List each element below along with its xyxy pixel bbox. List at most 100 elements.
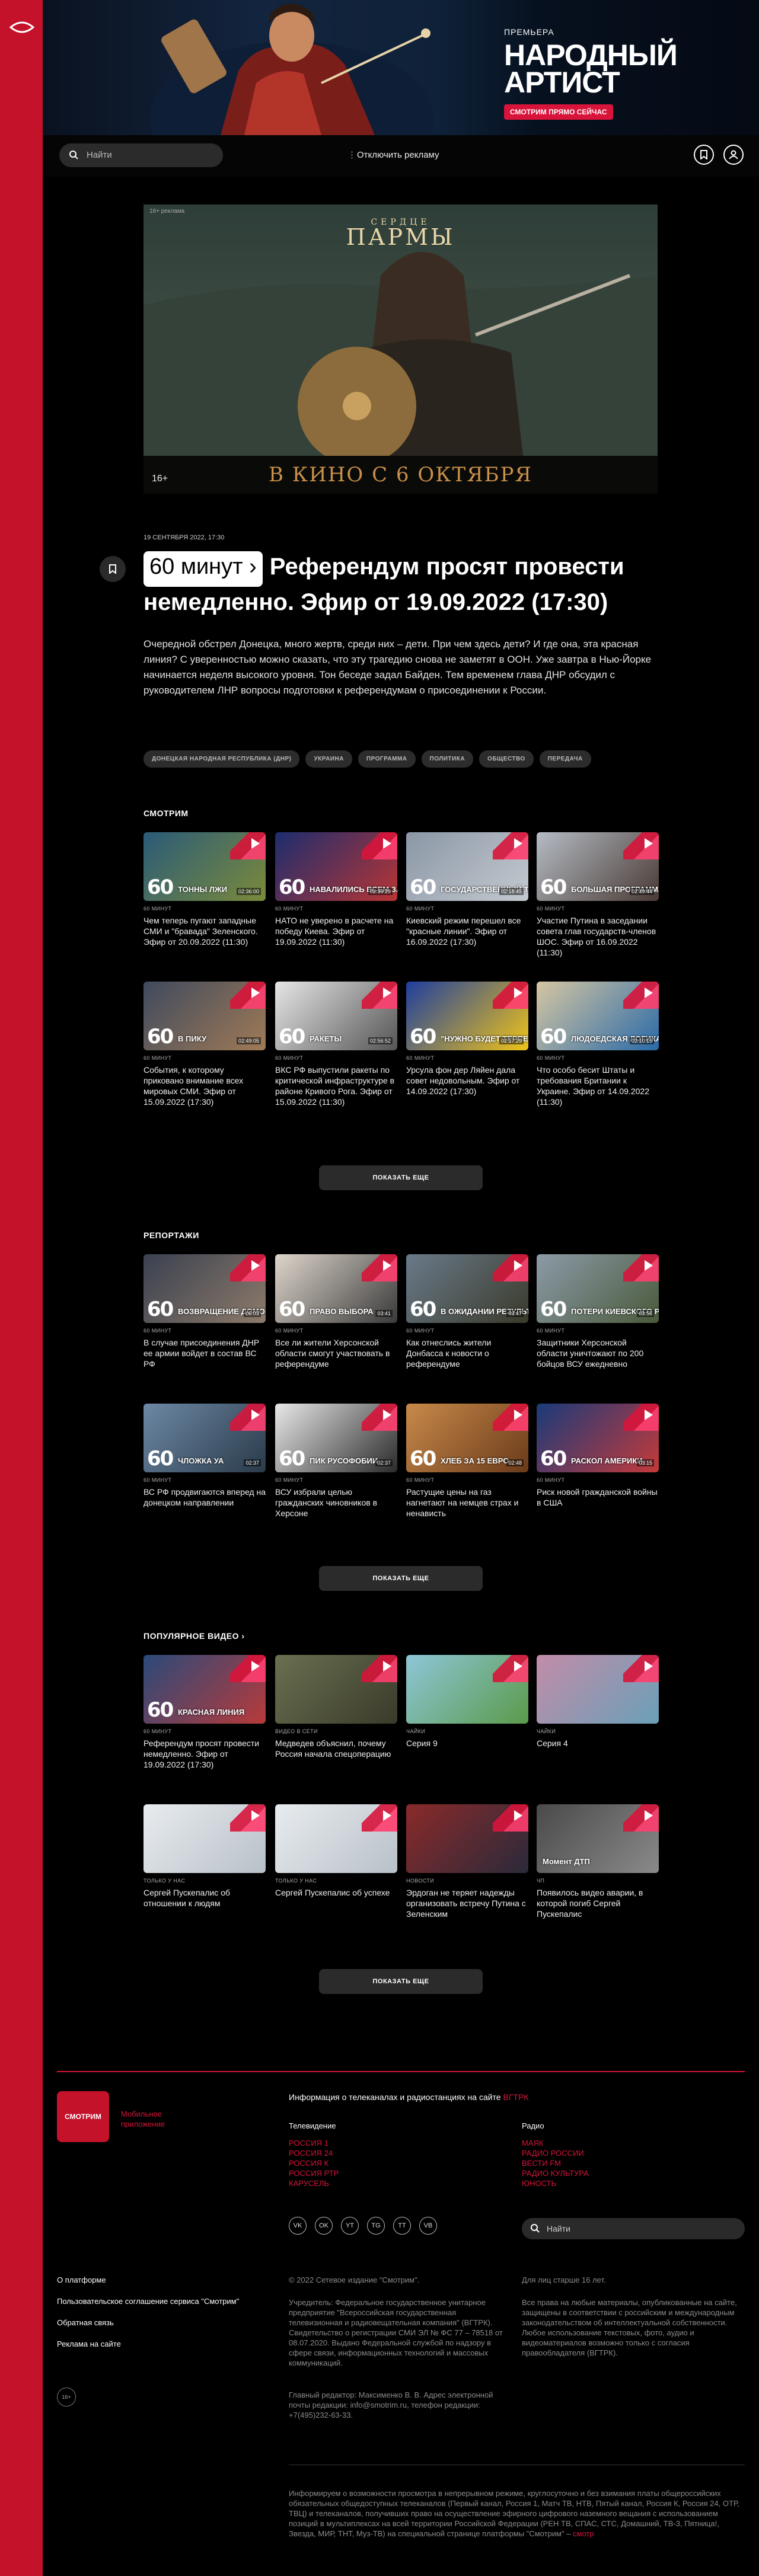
social-vk-icon[interactable]: VK [289, 2217, 307, 2235]
card-title[interactable]: Появилось видео аварии, в которой погиб … [537, 1887, 659, 1919]
video-thumbnail[interactable]: 60"НУЖНО БУДЕТ ТЕРПЕТЬ"02:17:29 [406, 982, 528, 1050]
video-thumbnail[interactable]: КРАСНАЯ ЛИНИЯ 60 [143, 1655, 266, 1724]
popular-show-more-button[interactable]: ПОКАЗАТЬ ЕЩЕ [319, 1969, 483, 1994]
tv-channel-link[interactable]: КАРУСЕЛЬ [289, 2178, 339, 2188]
card-title[interactable]: Серия 4 [537, 1738, 659, 1749]
video-thumbnail[interactable]: 60 ХЛЕБ ЗА 15 ЕВРО 02:48 [406, 1404, 528, 1472]
profile-button[interactable] [723, 145, 744, 165]
smotrim-logo-icon[interactable] [8, 19, 36, 36]
card-title[interactable]: Чем теперь пугают западные СМИ и "бравад… [143, 915, 266, 947]
video-card[interactable]: 60 ПРАВО ВЫБОРА 03:41 60 МИНУТ Все ли жители… [275, 1254, 397, 1369]
radio-station-link[interactable]: РАДИО КУЛЬТУРА [522, 2168, 589, 2178]
tv-channel-link[interactable]: РОССИЯ 1 [289, 2138, 339, 2148]
radio-station-link[interactable]: ЮНОСТЬ [522, 2178, 589, 2188]
card-title[interactable]: НАТО не уверено в расчете на победу Киев… [275, 915, 397, 947]
card-title[interactable]: В случае присоединения ДНР ее армии войд… [143, 1337, 266, 1369]
disable-ads-link[interactable]: ⋮Отключить рекламу [347, 149, 439, 160]
video-card[interactable]: 60 ВОЗВРАЩЕНИЕ ДОМОЙ 05:03 60 МИНУТ В случае… [143, 1254, 266, 1369]
banner-cta-button[interactable]: СМОТРИМ ПРЯМО СЕЙЧАС [504, 104, 613, 120]
tag-chip[interactable]: ПЕРЕДАЧА [539, 750, 591, 768]
card-title[interactable]: ВС РФ продвигаются вперед на донецком на… [143, 1487, 266, 1508]
video-thumbnail[interactable]: 60 НАВАЛИЛИСЬ ВСЕМ ЗА 02:39:29 [275, 832, 397, 901]
video-card[interactable]: Момент ДТП ЧП Появилось видео аварии, в ко… [537, 1804, 659, 1919]
card-title[interactable]: Как отнеслись жители Донбасса к новости … [406, 1337, 528, 1369]
video-card[interactable]: 60ПОТЕРИ КИЕВСКОГО РЕЖИМА03:55 60 МИНУТ За… [537, 1254, 659, 1369]
video-thumbnail[interactable] [406, 1804, 528, 1873]
card-title[interactable]: Киевский режим перешел все "красные лини… [406, 915, 528, 947]
video-card[interactable]: ЧАЙКИ Серия 4 [537, 1655, 659, 1749]
tag-chip[interactable]: УКРАИНА [305, 750, 352, 768]
card-title[interactable]: Риск новой гражданской войны в США [537, 1487, 659, 1508]
video-thumbnail[interactable]: 60 ПРАВО ВЫБОРА 03:41 [275, 1254, 397, 1323]
radio-station-link[interactable]: ВЕСТИ FM [522, 2158, 589, 2168]
card-title[interactable]: ВСУ избрали целью гражданских чиновников… [275, 1487, 397, 1519]
video-card[interactable]: 60 В ПИКУ 02:49:05 60 МИНУТ События, к котор… [143, 982, 266, 1107]
video-thumbnail[interactable]: 60 РАКЕТЫ 02:56:52 [275, 982, 397, 1050]
video-thumbnail[interactable] [406, 1655, 528, 1724]
video-thumbnail[interactable]: 60 В ПИКУ 02:49:05 [143, 982, 266, 1050]
tag-chip[interactable]: ПРОГРАММА [358, 750, 416, 768]
section-title-popular[interactable]: ПОПУЛЯРНОЕ ВИДЕО › [143, 1631, 245, 1641]
tag-chip[interactable]: ОБЩЕСТВО [479, 750, 534, 768]
video-card[interactable]: ЧАЙКИ Серия 9 [406, 1655, 528, 1749]
video-card[interactable]: 60 РАКЕТЫ 02:56:52 60 МИНУТ ВКС РФ выпустили… [275, 982, 397, 1107]
footer-link[interactable]: Пользовательское соглашение сервиса "Смо… [57, 2296, 239, 2306]
video-card[interactable]: 60"НУЖНО БУДЕТ ТЕРПЕТЬ"02:17:29 60 МИНУТ У… [406, 982, 528, 1097]
card-title[interactable]: События, к которому приковано внимание в… [143, 1065, 266, 1107]
social-yt-icon[interactable]: YT [341, 2217, 359, 2235]
card-title[interactable]: Защитники Херсонской области уничтожают … [537, 1337, 659, 1369]
social-ok-icon[interactable]: OK [315, 2217, 333, 2235]
tag-chip[interactable]: ДОНЕЦКАЯ НАРОДНАЯ РЕСПУБЛИКА (ДНР) [143, 750, 300, 768]
footer-link[interactable]: Обратная связь [57, 2318, 239, 2328]
tv-channel-link[interactable]: РОССИЯ К [289, 2158, 339, 2168]
card-title[interactable]: Медведев объяснил, почему Россия начала … [275, 1738, 397, 1759]
video-thumbnail[interactable]: 60 БОЛЬШАЯ ПРОГРАММА 02:49:44 [537, 832, 659, 901]
social-tg-icon[interactable]: TG [367, 2217, 385, 2235]
video-card[interactable]: 60 ЛЮДОЕДСКАЯ ЛОГИКА 02:10:15 60 МИНУТ Что о… [537, 982, 659, 1107]
card-title[interactable]: Серия 9 [406, 1738, 528, 1749]
video-thumbnail[interactable] [143, 1804, 266, 1873]
program-badge[interactable]: 60 минут › [143, 551, 263, 587]
social-vb-icon[interactable]: VB [419, 2217, 437, 2235]
social-tt-icon[interactable]: TT [393, 2217, 411, 2235]
video-thumbnail[interactable]: 60ПОТЕРИ КИЕВСКОГО РЕЖИМА03:55 [537, 1254, 659, 1323]
video-card[interactable]: 60 ХЛЕБ ЗА 15 ЕВРО 02:48 60 МИНУТ Растущие ц… [406, 1404, 528, 1519]
video-thumbnail[interactable] [537, 1655, 659, 1724]
card-title[interactable]: Участие Путина в заседании совета глав г… [537, 915, 659, 958]
card-title[interactable]: ВКС РФ выпустили ракеты по критической и… [275, 1065, 397, 1107]
video-card[interactable]: ТОЛЬКО У НАС Сергей Пускепалис об успехе [275, 1804, 397, 1898]
mobile-app-link[interactable]: Мобильное приложение [121, 2109, 165, 2129]
promo-banner[interactable]: ПРЕМЬЕРА НАРОДНЫЙ АРТИСТ СМОТРИМ ПРЯМО СЕ… [43, 0, 759, 135]
tv-channel-link[interactable]: РОССИЯ РТР [289, 2168, 339, 2178]
video-card[interactable]: 60 ЧЛОЖКА УА 02:37 60 МИНУТ ВС РФ продвигают… [143, 1404, 266, 1508]
tag-chip[interactable]: ПОЛИТИКА [421, 750, 474, 768]
reports-show-more-button[interactable]: ПОКАЗАТЬ ЕЩЕ [319, 1566, 483, 1591]
video-thumbnail[interactable] [275, 1804, 397, 1873]
movie-ad[interactable]: 16+ реклама СЕРДЦЕ ПАРМЫ 16+ В КИНО С 6 О… [143, 204, 658, 494]
video-thumbnail[interactable]: 60 ЛЮДОЕДСКАЯ ЛОГИКА 02:10:15 [537, 982, 659, 1050]
radio-station-link[interactable]: МАЯК [522, 2138, 589, 2148]
card-title[interactable]: Эрдоган не теряет надежды организовать в… [406, 1887, 528, 1919]
tv-channel-link[interactable]: РОССИЯ 24 [289, 2148, 339, 2158]
article-bookmark-button[interactable] [100, 556, 126, 582]
broadcast-notice-link[interactable]: смотр [573, 2529, 594, 2538]
card-title[interactable]: Сергей Пускепалис об успехе [275, 1887, 397, 1898]
video-card[interactable]: 60 БОЛЬШАЯ ПРОГРАММА 02:49:44 60 МИНУТ Участ… [537, 832, 659, 958]
footer-search-input[interactable]: Найти [522, 2218, 745, 2239]
video-card[interactable]: ТОЛЬКО У НАС Сергей Пускепалис об отношен… [143, 1804, 266, 1909]
card-title[interactable]: Что особо бесит Штаты и требования Брита… [537, 1065, 659, 1107]
vgtrk-link[interactable]: ВГТРК [503, 2092, 528, 2102]
card-title[interactable]: Все ли жители Херсонской области смогут … [275, 1337, 397, 1369]
footer-link[interactable]: Реклама на сайте [57, 2339, 239, 2349]
video-card[interactable]: 60В ОЖИДАНИИ РЕЗУЛЬТАТА03:47 60 МИНУТ Как … [406, 1254, 528, 1369]
video-card[interactable]: 60 РАСКОЛ АМЕРИКИ 03:15 60 МИНУТ Риск новой … [537, 1404, 659, 1508]
video-thumbnail[interactable]: 60 ТОННЫ ЛЖИ 02:36:00 [143, 832, 266, 901]
video-thumbnail[interactable]: 60В ОЖИДАНИИ РЕЗУЛЬТАТА03:47 [406, 1254, 528, 1323]
bookmarks-button[interactable] [694, 145, 714, 165]
card-title[interactable]: Референдум просят провести немедленно. Э… [143, 1738, 266, 1770]
card-title[interactable]: Урсула фон дер Ляйен дала совет недоволь… [406, 1065, 528, 1097]
card-title[interactable]: Растущие цены на газ нагнетают на немцев… [406, 1487, 528, 1519]
radio-station-link[interactable]: РАДИО РОССИИ [522, 2148, 589, 2158]
video-thumbnail[interactable]: 60 ВОЗВРАЩЕНИЕ ДОМОЙ 05:03 [143, 1254, 266, 1323]
video-card[interactable]: КРАСНАЯ ЛИНИЯ 60 60 МИНУТ Референдум просят… [143, 1655, 266, 1770]
